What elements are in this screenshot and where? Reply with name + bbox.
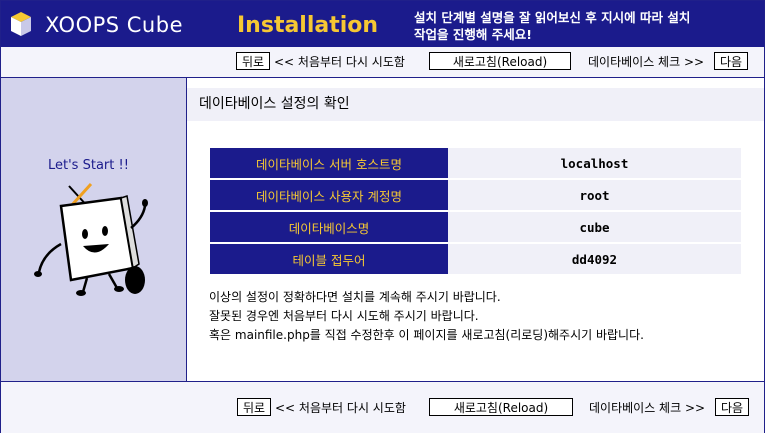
message-line: 이상의 설정이 정확하다면 설치를 계속해 주시기 바랍니다. [209, 290, 501, 304]
back-hint: << 처음부터 다시 시도함 [274, 55, 405, 69]
reload-button[interactable]: 새로고침(Reload) [429, 398, 573, 416]
back-hint: << 처음부터 다시 시도함 [275, 401, 406, 415]
next-hint: 데이타베이스 체크 >> [588, 55, 705, 69]
bottom-nav: 뒤로 << 처음부터 다시 시도함 새로고침(Reload) 데이타베이스 체크… [1, 381, 764, 433]
table-row: 데이타베이스 서버 호스트명 localhost [210, 148, 741, 178]
row-value: cube [447, 212, 741, 242]
table-row: 데이타베이스명 cube [210, 212, 741, 242]
back-button[interactable]: 뒤로 [237, 398, 271, 416]
db-settings-table: 데이타베이스 서버 호스트명 localhost 데이타베이스 사용자 계정명 … [210, 146, 741, 276]
header-title: Installation [237, 13, 379, 38]
row-label: 테이블 접두어 [210, 244, 448, 274]
header-notice: 설치 단계별 설명을 잘 읽어보신 후 지시에 따라 설치 작업을 진행해 주세… [414, 9, 759, 43]
next-button[interactable]: 다음 [715, 398, 749, 416]
header: XOOPS Cube Installation 설치 단계별 설명을 잘 읽어보… [1, 1, 764, 47]
message-line: 혹은 mainfile.php를 직접 수정한후 이 페이지를 새로고침(리로딩… [209, 328, 644, 342]
message-line: 잘못된 경우엔 처음부터 다시 시도해 주시기 바랍니다. [209, 309, 479, 323]
sidebar: Let's Start !! [1, 78, 187, 381]
row-label: 데이타베이스 사용자 계정명 [210, 180, 448, 210]
main-content: 데이타베이스 설정의 확인 데이타베이스 서버 호스트명 localhost 데… [187, 78, 764, 381]
cube-logo-icon [11, 12, 31, 36]
notice-line-2: 작업을 진행해 주세요! [414, 27, 532, 42]
back-button[interactable]: 뒤로 [236, 52, 270, 70]
brand-logo-text: XOOPS Cube [45, 13, 183, 37]
reload-button[interactable]: 새로고침(Reload) [429, 52, 571, 70]
table-row: 테이블 접두어 dd4092 [210, 244, 741, 274]
page-title: 데이타베이스 설정의 확인 [187, 88, 764, 121]
next-button[interactable]: 다음 [714, 52, 748, 70]
top-nav: 뒤로 << 처음부터 다시 시도함 새로고침(Reload) 데이타베이스 체크… [1, 47, 764, 78]
table-row: 데이타베이스 사용자 계정명 root [210, 180, 741, 210]
row-value: dd4092 [447, 244, 741, 274]
row-value: root [447, 180, 741, 210]
row-value: localhost [447, 148, 741, 178]
lets-start-label: Let's Start !! [48, 158, 129, 173]
notice-line-1: 설치 단계별 설명을 잘 읽어보신 후 지시에 따라 설치 [414, 10, 691, 25]
cube-mascot-icon [34, 182, 148, 296]
confirmation-message: 이상의 설정이 정확하다면 설치를 계속해 주시기 바랍니다. 잘못된 경우엔 … [209, 288, 644, 345]
row-label: 데이타베이스명 [210, 212, 448, 242]
next-hint: 데이타베이스 체크 >> [589, 401, 706, 415]
row-label: 데이타베이스 서버 호스트명 [210, 148, 448, 178]
installer-window: XOOPS Cube Installation 설치 단계별 설명을 잘 읽어보… [0, 0, 765, 433]
